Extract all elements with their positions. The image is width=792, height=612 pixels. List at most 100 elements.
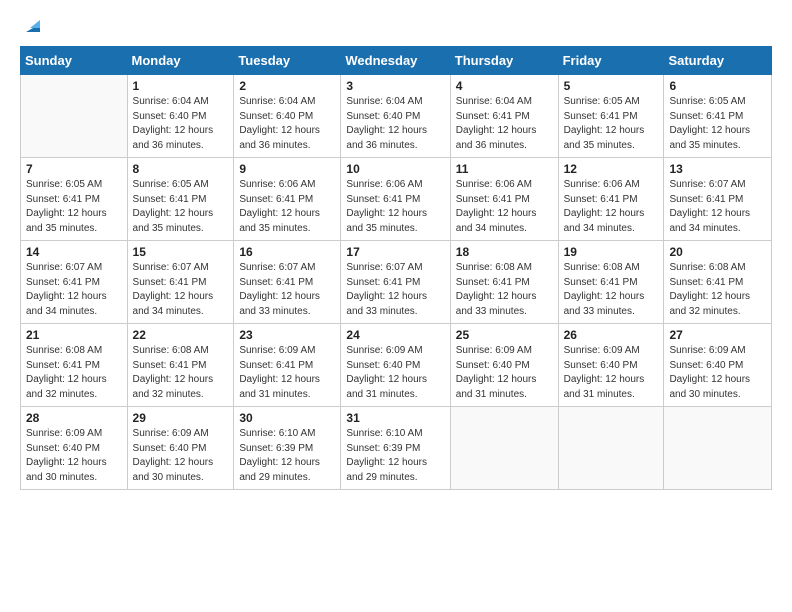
sunset-text: Sunset: 6:40 PM — [669, 359, 766, 374]
calendar-cell: 24 Sunrise: 6:09 AMSunset: 6:40 PMDayligh… — [341, 324, 450, 407]
day-number: 3 — [346, 79, 444, 93]
sunrise-text: Sunrise: 6:08 AM — [133, 344, 229, 359]
day-number: 16 — [239, 245, 335, 259]
calendar-cell: 5 Sunrise: 6:05 AMSunset: 6:41 PMDaylight… — [558, 75, 664, 158]
day-of-week-friday: Friday — [558, 47, 664, 75]
sunset-text: Sunset: 6:40 PM — [133, 110, 229, 125]
daylight-text-2: and 33 minutes. — [456, 305, 553, 320]
daylight-text-2: and 31 minutes. — [456, 388, 553, 403]
day-number: 5 — [564, 79, 659, 93]
sunset-text: Sunset: 6:40 PM — [346, 359, 444, 374]
sunset-text: Sunset: 6:41 PM — [564, 110, 659, 125]
daylight-text-1: Daylight: 12 hours — [669, 124, 766, 139]
day-number: 7 — [26, 162, 122, 176]
sunset-text: Sunset: 6:41 PM — [564, 193, 659, 208]
day-info: Sunrise: 6:04 AMSunset: 6:41 PMDaylight:… — [456, 95, 553, 153]
daylight-text-1: Daylight: 12 hours — [239, 373, 335, 388]
sunset-text: Sunset: 6:41 PM — [564, 276, 659, 291]
calendar-cell: 9Sunrise: 6:06 AMSunset: 6:41 PMDaylight… — [234, 158, 341, 241]
day-info: Sunrise: 6:09 AMSunset: 6:40 PMDaylight:… — [346, 344, 444, 402]
daylight-text-1: Daylight: 12 hours — [346, 207, 444, 222]
daylight-text-1: Daylight: 12 hours — [26, 207, 122, 222]
sunset-text: Sunset: 6:41 PM — [133, 276, 229, 291]
day-info: Sunrise: 6:04 AMSunset: 6:40 PMDaylight:… — [346, 95, 444, 153]
sunrise-text: Sunrise: 6:09 AM — [456, 344, 553, 359]
calendar-week-4: 21Sunrise: 6:08 AMSunset: 6:41 PMDayligh… — [21, 324, 772, 407]
sunrise-text: Sunrise: 6:04 AM — [346, 95, 444, 110]
calendar-cell: 14Sunrise: 6:07 AMSunset: 6:41 PMDayligh… — [21, 241, 128, 324]
day-number: 26 — [564, 328, 659, 342]
day-info: Sunrise: 6:08 AMSunset: 6:41 PMDaylight:… — [564, 261, 659, 319]
sunset-text: Sunset: 6:41 PM — [239, 276, 335, 291]
daylight-text-1: Daylight: 12 hours — [346, 124, 444, 139]
daylight-text-2: and 35 minutes. — [26, 222, 122, 237]
calendar-cell: 13 Sunrise: 6:07 AMSunset: 6:41 PMDayligh… — [664, 158, 772, 241]
sunset-text: Sunset: 6:41 PM — [26, 276, 122, 291]
sunrise-text: Sunrise: 6:06 AM — [456, 178, 553, 193]
daylight-text-1: Daylight: 12 hours — [456, 207, 553, 222]
daylight-text-1: Daylight: 12 hours — [133, 207, 229, 222]
day-number: 11 — [456, 162, 553, 176]
sunset-text: Sunset: 6:41 PM — [239, 359, 335, 374]
calendar-cell — [664, 407, 772, 490]
daylight-text-2: and 35 minutes. — [669, 139, 766, 154]
calendar-cell: 21Sunrise: 6:08 AMSunset: 6:41 PMDayligh… — [21, 324, 128, 407]
day-number: 25 — [456, 328, 553, 342]
day-number: 13 — [669, 162, 766, 176]
sunset-text: Sunset: 6:39 PM — [346, 442, 444, 457]
daylight-text-1: Daylight: 12 hours — [456, 290, 553, 305]
day-info: Sunrise: 6:07 AMSunset: 6:41 PMDaylight:… — [239, 261, 335, 319]
daylight-text-1: Daylight: 12 hours — [26, 290, 122, 305]
daylight-text-1: Daylight: 12 hours — [346, 290, 444, 305]
day-info: Sunrise: 6:06 AMSunset: 6:41 PMDaylight:… — [564, 178, 659, 236]
sunrise-text: Sunrise: 6:04 AM — [133, 95, 229, 110]
day-info: Sunrise: 6:05 AMSunset: 6:41 PMDaylight:… — [564, 95, 659, 153]
calendar-cell: 27Sunrise: 6:09 AMSunset: 6:40 PMDayligh… — [664, 324, 772, 407]
calendar-cell: 1Sunrise: 6:04 AMSunset: 6:40 PMDaylight… — [127, 75, 234, 158]
daylight-text-1: Daylight: 12 hours — [456, 124, 553, 139]
day-number: 15 — [133, 245, 229, 259]
sunrise-text: Sunrise: 6:08 AM — [456, 261, 553, 276]
daylight-text-1: Daylight: 12 hours — [564, 373, 659, 388]
calendar-page: SundayMondayTuesdayWednesdayThursdayFrid… — [0, 0, 792, 612]
day-number: 22 — [133, 328, 229, 342]
sunset-text: Sunset: 6:40 PM — [346, 110, 444, 125]
day-info: Sunrise: 6:08 AMSunset: 6:41 PMDaylight:… — [133, 344, 229, 402]
day-info: Sunrise: 6:09 AMSunset: 6:40 PMDaylight:… — [133, 427, 229, 485]
daylight-text-2: and 34 minutes. — [669, 222, 766, 237]
day-info: Sunrise: 6:06 AMSunset: 6:41 PMDaylight:… — [239, 178, 335, 236]
calendar-cell: 29Sunrise: 6:09 AMSunset: 6:40 PMDayligh… — [127, 407, 234, 490]
sunrise-text: Sunrise: 6:07 AM — [133, 261, 229, 276]
sunset-text: Sunset: 6:40 PM — [26, 442, 122, 457]
sunrise-text: Sunrise: 6:05 AM — [26, 178, 122, 193]
sunrise-text: Sunrise: 6:06 AM — [346, 178, 444, 193]
day-of-week-thursday: Thursday — [450, 47, 558, 75]
sunset-text: Sunset: 6:41 PM — [133, 193, 229, 208]
calendar-cell — [558, 407, 664, 490]
day-number: 19 — [564, 245, 659, 259]
sunset-text: Sunset: 6:41 PM — [133, 359, 229, 374]
day-number: 21 — [26, 328, 122, 342]
daylight-text-2: and 34 minutes. — [26, 305, 122, 320]
daylight-text-2: and 33 minutes. — [346, 305, 444, 320]
sunrise-text: Sunrise: 6:04 AM — [239, 95, 335, 110]
day-info: Sunrise: 6:07 AMSunset: 6:41 PMDaylight:… — [669, 178, 766, 236]
sunrise-text: Sunrise: 6:09 AM — [564, 344, 659, 359]
daylight-text-1: Daylight: 12 hours — [133, 124, 229, 139]
day-number: 14 — [26, 245, 122, 259]
daylight-text-1: Daylight: 12 hours — [26, 456, 122, 471]
sunrise-text: Sunrise: 6:05 AM — [669, 95, 766, 110]
calendar-week-5: 28Sunrise: 6:09 AMSunset: 6:40 PMDayligh… — [21, 407, 772, 490]
day-number: 17 — [346, 245, 444, 259]
sunrise-text: Sunrise: 6:09 AM — [133, 427, 229, 442]
sunrise-text: Sunrise: 6:09 AM — [346, 344, 444, 359]
day-number: 24 — [346, 328, 444, 342]
daylight-text-2: and 31 minutes. — [564, 388, 659, 403]
daylight-text-2: and 34 minutes. — [456, 222, 553, 237]
sunrise-text: Sunrise: 6:09 AM — [669, 344, 766, 359]
daylight-text-1: Daylight: 12 hours — [239, 207, 335, 222]
day-number: 18 — [456, 245, 553, 259]
daylight-text-1: Daylight: 12 hours — [239, 124, 335, 139]
sunset-text: Sunset: 6:41 PM — [456, 276, 553, 291]
calendar-cell: 8Sunrise: 6:05 AMSunset: 6:41 PMDaylight… — [127, 158, 234, 241]
